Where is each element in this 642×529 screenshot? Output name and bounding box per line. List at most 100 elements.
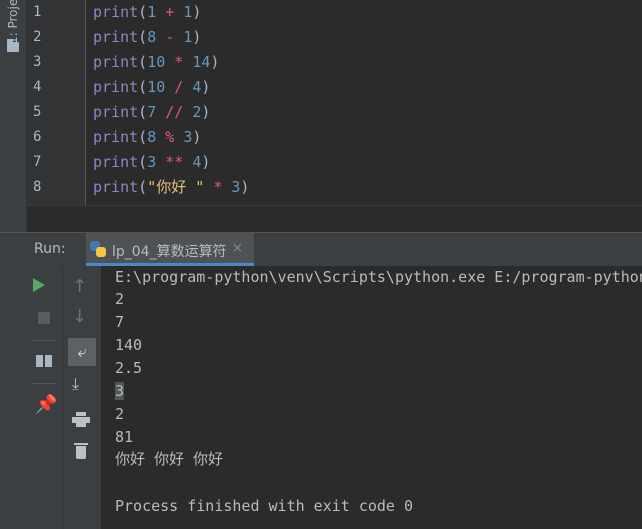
code-token: ) — [192, 128, 202, 146]
builtin-function: print — [93, 178, 139, 196]
code-token: * — [213, 178, 223, 196]
selected-text: 3 — [115, 382, 125, 400]
code-text: print(8 - 1) — [93, 25, 201, 50]
run-config-tab[interactable]: lp_04_算数运算符 × — [86, 233, 254, 266]
python-icon — [90, 241, 106, 257]
code-line: 8 print("你好 " * 3) — [27, 175, 642, 200]
console-line: 2 — [115, 290, 125, 308]
code-token: ( — [138, 3, 148, 21]
console-line: 2 — [115, 405, 125, 423]
console-line: 你好 你好 你好 — [115, 450, 224, 468]
soft-wrap-button[interactable]: ⤶ — [68, 338, 96, 366]
folder-icon — [7, 39, 19, 52]
code-text: print(8 % 3) — [93, 125, 201, 150]
code-token: ) — [201, 103, 211, 121]
run-tab-label: lp_04_算数运算符 — [112, 244, 227, 260]
code-line: 4 print(10 / 4) — [27, 75, 642, 100]
code-line: 6 print(8 % 3) — [27, 125, 642, 150]
code-token: 8 — [147, 28, 157, 46]
close-tab-icon[interactable]: × — [232, 241, 243, 256]
code-token: * — [174, 53, 184, 71]
code-token: ) — [210, 53, 220, 71]
run-label: Run: — [34, 241, 66, 257]
editor-empty-area — [27, 205, 642, 233]
builtin-function: print — [93, 128, 139, 146]
console-line: 81 — [115, 428, 134, 446]
code-token: 3 — [183, 128, 193, 146]
code-token: ( — [138, 128, 148, 146]
code-token: ) — [192, 3, 202, 21]
code-token: // — [165, 103, 184, 121]
code-token: ( — [138, 78, 148, 96]
code-text: print(1 + 1) — [93, 0, 201, 25]
builtin-function: print — [93, 28, 139, 46]
code-line: 1 print(1 + 1) — [27, 0, 642, 25]
up-arrow-icon[interactable]: ↑ — [72, 276, 87, 297]
console-line: 140 — [115, 336, 143, 354]
pin-tab-icon[interactable]: 📌 — [35, 394, 57, 415]
code-line: 5 print(7 // 2) — [27, 100, 642, 125]
line-number: 3 — [33, 54, 42, 70]
console-line: 3 — [115, 380, 125, 402]
code-token: 10 — [147, 53, 166, 71]
builtin-function: print — [93, 103, 139, 121]
down-arrow-icon[interactable]: ↓ — [72, 306, 87, 327]
code-token: ) — [192, 28, 202, 46]
code-token: / — [174, 78, 184, 96]
code-token: ) — [201, 78, 211, 96]
run-console-output[interactable]: E:\program-python\venv\Scripts\python.ex… — [101, 266, 642, 529]
code-token: ( — [138, 28, 148, 46]
scroll-to-end-icon[interactable]: ⤓ — [72, 374, 79, 394]
console-line: 7 — [115, 313, 125, 331]
print-icon[interactable] — [72, 412, 90, 427]
trash-icon[interactable] — [74, 443, 88, 459]
code-text: print(10 / 4) — [93, 75, 210, 100]
code-token: "你好 " — [147, 178, 205, 196]
code-token: % — [165, 128, 175, 146]
code-token: 10 — [147, 78, 166, 96]
code-text: print("你好 " * 3) — [93, 175, 249, 200]
project-tab-label: 1: Project — [6, 0, 20, 44]
restore-layout-icon[interactable] — [36, 355, 52, 367]
line-number: 5 — [33, 104, 42, 120]
toolbar-divider — [32, 383, 56, 384]
line-number: 6 — [33, 129, 42, 145]
line-number: 2 — [33, 29, 42, 45]
code-token: - — [165, 28, 175, 46]
code-token: ) — [240, 178, 250, 196]
stop-icon[interactable] — [38, 312, 50, 324]
builtin-function: print — [93, 78, 139, 96]
code-text: print(3 ** 4) — [93, 150, 210, 175]
code-text: print(7 // 2) — [93, 100, 210, 125]
console-line: 2.5 — [115, 359, 143, 377]
code-token: 8 — [147, 128, 157, 146]
line-number: 4 — [33, 79, 42, 95]
line-number: 1 — [33, 4, 42, 20]
code-token: ( — [138, 53, 148, 71]
builtin-function: print — [93, 153, 139, 171]
code-token: 14 — [192, 53, 211, 71]
code-line: 2 print(8 - 1) — [27, 25, 642, 50]
console-line: Process finished with exit code 0 — [115, 497, 414, 515]
code-token: 3 — [147, 153, 157, 171]
code-text: print(10 * 14) — [93, 50, 219, 75]
rerun-icon[interactable] — [33, 278, 45, 292]
code-token: ) — [201, 153, 211, 171]
project-tool-tab[interactable]: 1: Project — [4, 0, 22, 60]
code-token: + — [165, 3, 175, 21]
code-editor[interactable]: 1 print(1 + 1) 2 print(8 - 1) 3 print(10 * 14… — [27, 0, 642, 205]
